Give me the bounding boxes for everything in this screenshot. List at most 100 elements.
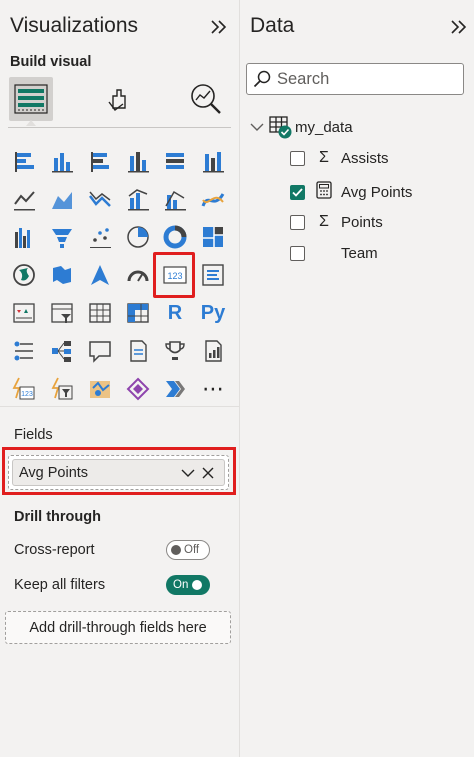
calculator-icon xyxy=(313,181,335,204)
field-pill-label: Avg Points xyxy=(19,464,89,481)
clustered-column-chart-icon[interactable] xyxy=(123,146,153,176)
100-stacked-column-chart-icon[interactable] xyxy=(198,146,228,176)
r-script-visual-icon[interactable]: R xyxy=(160,298,190,328)
field-pill-remove-button[interactable] xyxy=(198,463,218,483)
fields-well[interactable]: Avg Points xyxy=(8,455,229,490)
toggle-knob xyxy=(192,580,203,590)
multi-row-card-icon[interactable] xyxy=(198,260,228,290)
slicer-icon[interactable] xyxy=(47,298,77,328)
line-and-clustered-column-chart-icon[interactable] xyxy=(160,184,190,214)
svg-text:123: 123 xyxy=(167,271,182,281)
field-row[interactable]: Σ Points xyxy=(290,213,383,231)
paginated-report-icon[interactable] xyxy=(198,336,228,366)
100-stacked-bar-chart-icon[interactable] xyxy=(160,146,190,176)
search-icon xyxy=(253,70,271,88)
power-automate-visual-icon[interactable] xyxy=(160,374,190,404)
stacked-bar-chart-icon[interactable] xyxy=(9,146,39,176)
matrix-icon[interactable] xyxy=(123,298,153,328)
card-icon[interactable]: 123 xyxy=(160,260,190,290)
cross-report-toggle[interactable]: Off xyxy=(166,540,210,560)
field-name: Points xyxy=(341,213,383,231)
double-chevron-right-icon xyxy=(451,20,467,34)
metrics-icon[interactable] xyxy=(160,336,190,366)
paintbrush-icon xyxy=(108,89,126,111)
format-visual-tab[interactable] xyxy=(96,77,140,121)
map-icon[interactable] xyxy=(9,260,39,290)
collapse-visualizations-button[interactable] xyxy=(208,14,230,40)
data-pane-title: Data xyxy=(250,14,295,37)
python-visual-icon[interactable]: Py xyxy=(198,298,228,328)
keep-all-filters-label: Keep all filters xyxy=(14,577,106,593)
python-visual-glyph: Py xyxy=(200,301,226,324)
cross-report-label: Cross-report xyxy=(14,542,95,558)
filled-map-icon[interactable] xyxy=(47,260,77,290)
analytics-tab[interactable] xyxy=(184,77,228,121)
azure-map-icon[interactable] xyxy=(85,260,115,290)
more-visuals-icon[interactable]: ⋯ xyxy=(198,374,228,404)
build-visual-tab[interactable] xyxy=(9,77,53,121)
power-apps-visual-icon[interactable] xyxy=(123,374,153,404)
power-automate-icon[interactable] xyxy=(47,374,77,404)
field-row[interactable]: Σ Assists xyxy=(290,149,389,167)
qa-icon[interactable] xyxy=(85,336,115,366)
chevron-down-icon[interactable] xyxy=(250,122,264,132)
grid-divider xyxy=(0,406,239,407)
build-visual-label: Build visual xyxy=(10,54,92,70)
power-apps-icon[interactable]: 123 xyxy=(9,374,39,404)
data-pane: Data my_data Σ Assists Avg Points Σ Points Te… xyxy=(240,0,474,757)
fields-label: Fields xyxy=(14,427,53,443)
visualizations-pane: Visualizations Build visual 123 R Py 123 ⋯ F… xyxy=(0,0,239,757)
scatter-chart-icon[interactable] xyxy=(85,222,115,252)
keep-all-filters-state: On xyxy=(173,579,189,591)
table-node-my-data[interactable]: my_data xyxy=(250,116,353,139)
field-checkbox[interactable] xyxy=(290,185,305,200)
area-chart-icon[interactable] xyxy=(47,184,77,214)
analytics-magnifier-icon xyxy=(191,84,221,114)
stacked-area-chart-icon[interactable] xyxy=(85,184,115,214)
field-pill[interactable]: Avg Points xyxy=(12,459,225,486)
chevron-down-icon xyxy=(181,469,195,477)
table-name: my_data xyxy=(295,118,353,136)
stacked-column-chart-icon[interactable] xyxy=(47,146,77,176)
waterfall-chart-icon[interactable] xyxy=(9,222,39,252)
treemap-icon[interactable] xyxy=(198,222,228,252)
collapse-data-button[interactable] xyxy=(448,14,470,40)
field-row[interactable]: Avg Points xyxy=(290,181,412,204)
decomposition-tree-icon[interactable] xyxy=(47,336,77,366)
search-input[interactable] xyxy=(277,69,447,89)
build-visual-icon xyxy=(14,84,48,114)
drill-through-fields-well[interactable]: Add drill-through fields here xyxy=(5,611,231,644)
cross-report-state: Off xyxy=(184,544,200,556)
key-influencers-icon[interactable] xyxy=(9,336,39,366)
smart-narrative-icon[interactable] xyxy=(123,336,153,366)
funnel-chart-icon[interactable] xyxy=(47,222,77,252)
clustered-bar-chart-icon[interactable] xyxy=(85,146,115,176)
ribbon-chart-icon[interactable] xyxy=(198,184,228,214)
gauge-icon[interactable] xyxy=(123,260,153,290)
pie-chart-icon[interactable] xyxy=(123,222,153,252)
drill-through-title: Drill through xyxy=(14,509,101,525)
close-icon xyxy=(202,467,214,478)
field-pill-expand-button[interactable] xyxy=(178,463,198,483)
checkmark-badge-icon xyxy=(278,125,292,139)
line-chart-icon[interactable] xyxy=(9,184,39,214)
field-row[interactable]: Team xyxy=(290,245,378,262)
line-and-stacked-column-chart-icon[interactable] xyxy=(123,184,153,214)
donut-chart-icon[interactable] xyxy=(160,222,190,252)
double-chevron-right-icon xyxy=(211,20,227,34)
kpi-icon[interactable] xyxy=(9,298,39,328)
field-name: Avg Points xyxy=(341,184,413,201)
field-checkbox[interactable] xyxy=(290,246,305,261)
search-box[interactable] xyxy=(246,63,464,95)
table-icon[interactable] xyxy=(85,298,115,328)
toggle-knob xyxy=(171,545,181,555)
field-checkbox[interactable] xyxy=(290,214,305,230)
table-icon xyxy=(269,116,292,139)
sigma-icon: Σ xyxy=(319,213,329,230)
field-checkbox[interactable] xyxy=(290,150,305,166)
field-name: Assists xyxy=(341,149,389,167)
arcgis-map-icon[interactable] xyxy=(85,374,115,404)
more-visuals-glyph: ⋯ xyxy=(202,376,224,401)
keep-all-filters-toggle[interactable]: On xyxy=(166,575,210,595)
active-tab-indicator xyxy=(26,120,36,126)
